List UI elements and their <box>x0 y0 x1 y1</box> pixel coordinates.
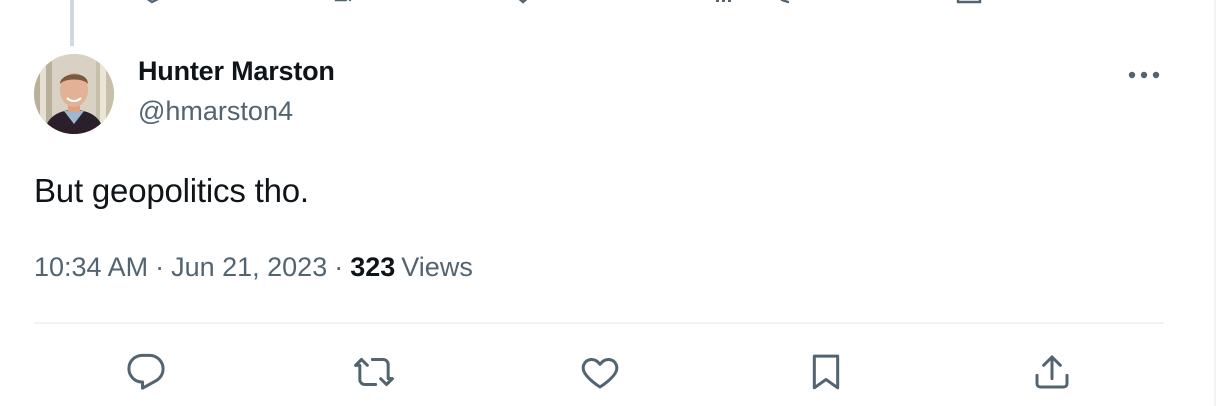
reply-icon <box>127 353 165 390</box>
bookmark-icon <box>812 354 840 390</box>
retweet-icon <box>354 358 394 386</box>
bookmark-button[interactable] <box>802 348 850 396</box>
previous-tweet-actions <box>0 0 1214 4</box>
meta-separator: · <box>155 252 165 282</box>
retweet-icon[interactable] <box>330 0 356 4</box>
tweet-date[interactable]: Jun 21, 2023 <box>171 252 327 282</box>
views-label[interactable]: Views <box>395 252 473 282</box>
reply-icon[interactable] <box>140 0 166 4</box>
divider <box>34 322 1164 324</box>
reply-button[interactable] <box>122 348 170 396</box>
profile-photo-icon <box>34 54 114 134</box>
author-display-name[interactable]: Hunter Marston <box>138 56 335 87</box>
meta-separator: · <box>334 252 344 282</box>
heart-icon[interactable] <box>510 0 536 4</box>
more-options-button[interactable] <box>1126 62 1162 88</box>
heart-icon <box>581 357 619 389</box>
share-button[interactable] <box>1028 348 1076 396</box>
share-icon <box>1035 355 1069 389</box>
views-chart-icon[interactable] <box>712 0 738 4</box>
views-count[interactable]: 323 <box>350 252 395 282</box>
author-handle[interactable]: @hmarston4 <box>138 96 293 127</box>
tweet-actions <box>0 348 1214 396</box>
more-dots-icon <box>1128 71 1160 79</box>
views-chart-icon <box>780 0 790 4</box>
tweet-time[interactable]: 10:34 AM <box>34 252 148 282</box>
tweet-detail: Hunter Marston @hmarston4 But geopolitic… <box>0 0 1216 406</box>
like-button[interactable] <box>576 348 624 396</box>
thread-connector-line <box>70 0 74 46</box>
share-icon[interactable] <box>956 0 982 4</box>
tweet-text: But geopolitics tho. <box>34 172 309 209</box>
retweet-button[interactable] <box>350 348 398 396</box>
avatar[interactable] <box>34 54 114 134</box>
tweet-metadata: 10:34 AM · Jun 21, 2023 · 323 Views <box>34 252 473 283</box>
